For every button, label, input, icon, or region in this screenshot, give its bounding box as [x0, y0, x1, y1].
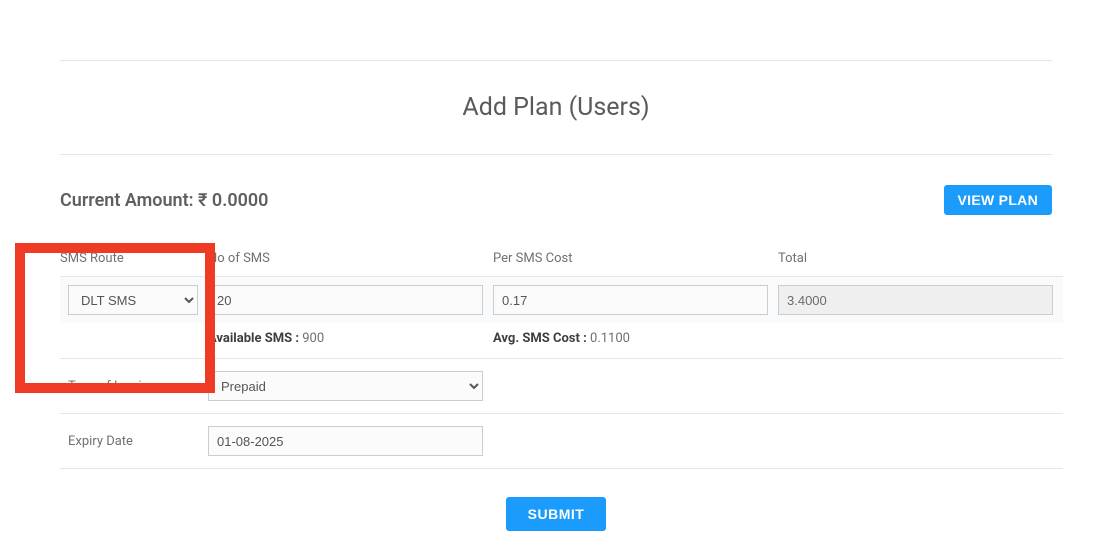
- inputs-row: DLT SMS: [60, 277, 1063, 324]
- available-sms-value: 900: [302, 331, 324, 346]
- page-title: Add Plan (Users): [60, 61, 1052, 154]
- avg-sms-cost-value: 0.1100: [590, 331, 630, 346]
- header-per-sms-cost: Per SMS Cost: [493, 233, 778, 277]
- plan-form-table: SMS Route No of SMS Per SMS Cost Total D…: [60, 233, 1063, 469]
- column-headers-row: SMS Route No of SMS Per SMS Cost Total: [60, 233, 1063, 277]
- total-input: [778, 285, 1053, 315]
- sms-route-select[interactable]: DLT SMS: [68, 285, 198, 315]
- expiry-date-label: Expiry Date: [60, 414, 208, 469]
- current-amount-display: Current Amount: ₹ 0.0000: [60, 190, 268, 211]
- header-no-of-sms: No of SMS: [208, 233, 493, 277]
- available-sms-label: Available SMS :: [208, 331, 299, 346]
- expiry-date-input[interactable]: [208, 426, 483, 456]
- invoice-type-select[interactable]: Prepaid: [208, 371, 483, 401]
- current-amount-value: ₹ 0.0000: [198, 190, 268, 211]
- invoice-row: Type of Invoice Prepaid: [60, 359, 1063, 414]
- invoice-type-label: Type of Invoice: [60, 359, 208, 414]
- view-plan-button[interactable]: VIEW PLAN: [944, 185, 1052, 215]
- submit-button[interactable]: SUBMIT: [506, 497, 607, 531]
- stats-row: Available SMS : 900 Avg. SMS Cost : 0.11…: [60, 323, 1063, 359]
- title-divider: [60, 154, 1052, 155]
- expiry-row: Expiry Date: [60, 414, 1063, 469]
- no-of-sms-input[interactable]: [208, 285, 483, 315]
- per-sms-cost-input[interactable]: [493, 285, 768, 315]
- header-total: Total: [778, 233, 1063, 277]
- header-sms-route: SMS Route: [60, 233, 208, 277]
- avg-sms-cost-label: Avg. SMS Cost :: [493, 331, 587, 346]
- current-amount-label: Current Amount:: [60, 190, 194, 211]
